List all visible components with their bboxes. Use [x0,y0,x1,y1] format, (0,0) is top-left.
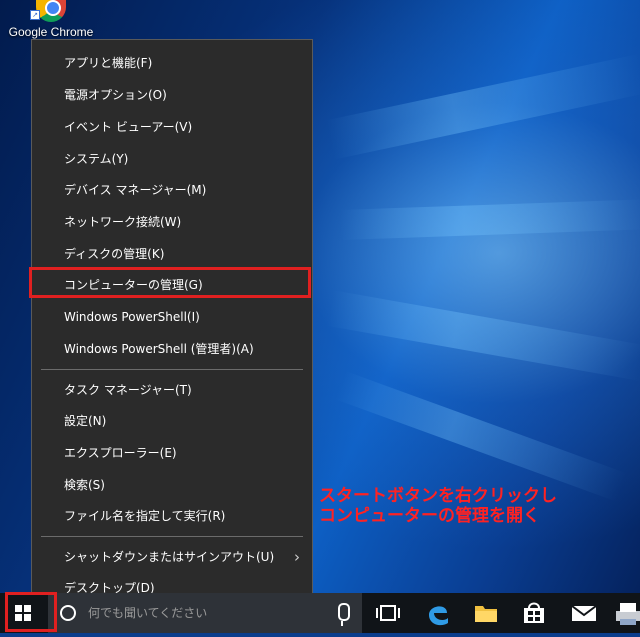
task-view-button[interactable] [364,593,412,633]
menu-item-apps-features[interactable]: アプリと機能(F) [32,48,312,78]
menu-item-shutdown-label: シャットダウンまたはサインアウト(U) [64,550,275,564]
edge-button[interactable] [414,593,462,633]
menu-item-shutdown-signout[interactable]: シャットダウンまたはサインアウト(U) › [32,542,312,572]
highlight-start-button [5,592,57,632]
menu-item-search[interactable]: 検索(S) [32,470,312,500]
menu-item-task-manager[interactable]: タスク マネージャー(T) [32,375,312,405]
menu-item-explorer[interactable]: エクスプローラー(E) [32,438,312,468]
chrome-shortcut[interactable]: ↗ Google Chrome [6,0,96,39]
folder-icon [475,606,497,622]
printer-button[interactable] [606,593,640,633]
light-beam [339,199,640,240]
chevron-right-icon: › [294,548,300,566]
winx-context-menu: アプリと機能(F) 電源オプション(O) イベント ビューアー(V) システム(… [31,39,313,613]
menu-item-device-manager[interactable]: デバイス マネージャー(M) [32,175,312,205]
annotation-text: スタートボタンを右クリックし コンピューターの管理を開く [319,486,557,526]
mail-button[interactable] [560,593,608,633]
chrome-shortcut-label: Google Chrome [8,25,94,39]
chrome-icon [36,0,66,22]
store-button[interactable] [510,593,558,633]
menu-item-power-options[interactable]: 電源オプション(O) [32,80,312,110]
file-explorer-button[interactable] [462,593,510,633]
mail-icon [571,605,597,621]
menu-item-system[interactable]: システム(Y) [32,144,312,174]
search-placeholder: 何でも聞いてください [88,606,208,620]
menu-item-disk-management[interactable]: ディスクの管理(K) [32,239,312,269]
search-icon [60,605,76,621]
microphone-icon[interactable] [338,603,350,626]
menu-item-network-connections[interactable]: ネットワーク接続(W) [32,207,312,237]
task-view-icon [376,605,400,621]
annotation-line-2: コンピューターの管理を開く [319,506,540,526]
taskbar: 何でも聞いてください [0,593,640,633]
printer-icon [616,603,640,625]
menu-item-event-viewer[interactable]: イベント ビューアー(V) [32,112,312,142]
highlight-computer-management [29,267,311,298]
shortcut-arrow-icon: ↗ [30,10,40,20]
store-icon [524,602,544,623]
light-beam [334,370,628,502]
search-box[interactable]: 何でも聞いてください [48,593,362,633]
menu-item-powershell-admin[interactable]: Windows PowerShell (管理者)(A) [32,334,312,364]
edge-icon [429,606,448,626]
light-beam [325,53,640,160]
menu-item-powershell[interactable]: Windows PowerShell(I) [32,302,312,332]
light-beam [326,290,640,382]
annotation-line-1: スタートボタンを右クリックし [319,486,557,506]
menu-separator [41,536,303,537]
menu-separator [41,369,303,370]
menu-item-run[interactable]: ファイル名を指定して実行(R) [32,501,312,531]
menu-item-settings[interactable]: 設定(N) [32,406,312,436]
